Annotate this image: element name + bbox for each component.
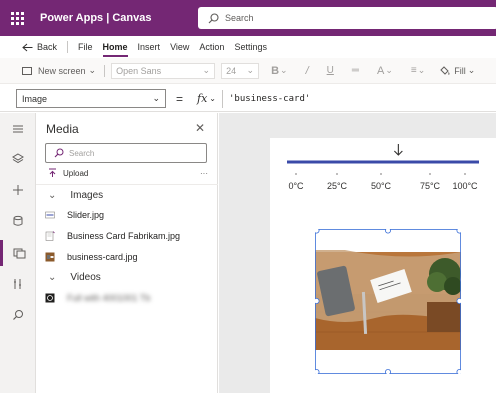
strikethrough-icon[interactable]: ═ — [352, 65, 359, 76]
chevron-down-icon: ⌄ — [280, 65, 288, 75]
slider-tick-label: 25°C — [327, 181, 348, 191]
fill-label: Fill — [454, 65, 466, 76]
upload-label: Upload — [63, 168, 89, 178]
format-toolbar: New screen ⌄ Open Sans ⌄ 24 ⌄ B ⌄ / U ═ … — [0, 58, 496, 84]
document-thumbnail-icon — [45, 231, 55, 241]
toolbar-divider — [104, 64, 106, 77]
new-screen-icon — [22, 66, 32, 75]
paint-bucket-icon — [440, 66, 450, 75]
italic-icon[interactable]: / — [306, 65, 309, 77]
menu-view[interactable]: View — [170, 42, 189, 52]
media-item-label: Business Card Fabrikam.jpg — [67, 231, 181, 241]
menu-settings[interactable]: Settings — [234, 42, 267, 52]
hamburger-icon[interactable] — [0, 116, 36, 142]
chevron-down-icon: ⌄ — [467, 65, 476, 75]
media-item-label: Full with 4001001 Tb — [67, 293, 151, 303]
fill-button[interactable]: Fill ⌄ — [439, 65, 475, 76]
close-icon[interactable]: ✕ — [195, 121, 205, 135]
menu-insert[interactable]: Insert — [138, 42, 161, 52]
app-title: Power Apps | Canvas — [40, 12, 152, 24]
new-screen-label: New screen — [38, 65, 86, 76]
font-value: Open Sans — [116, 65, 162, 76]
left-rail — [0, 113, 36, 393]
menu-file[interactable]: File — [78, 42, 93, 52]
image-thumbnail-icon — [45, 252, 55, 262]
font-dropdown[interactable]: Open Sans ⌄ — [111, 62, 216, 79]
slider-tick-label: 50°C — [371, 181, 392, 191]
fx-icon: fx — [197, 92, 208, 105]
slider-tick-label: 75°C — [420, 181, 441, 191]
media-item-business-card-fabrikam[interactable]: Business Card Fabrikam.jpg — [45, 231, 213, 241]
slider-tick-label: 100°C — [452, 181, 478, 191]
panel-divider — [36, 184, 218, 185]
images-group-header[interactable]: ⌄ Images — [48, 190, 103, 201]
media-item-video[interactable]: Full with 4001001 Tb — [45, 293, 213, 303]
media-item-label: Slider.jpg — [67, 210, 105, 220]
chevron-down-icon: ⌄ — [88, 65, 97, 75]
chevron-down-icon: ⌄ — [48, 190, 57, 201]
videos-group-header[interactable]: ⌄ Videos — [48, 272, 101, 283]
new-screen-button[interactable]: New screen ⌄ — [22, 65, 96, 76]
images-group-label: Images — [70, 190, 104, 201]
align-icon[interactable]: ≡ — [411, 65, 417, 76]
menu-home[interactable]: Home — [102, 42, 128, 57]
global-search-input[interactable]: Search — [198, 7, 496, 29]
menu-divider — [67, 41, 69, 53]
video-thumbnail-icon — [45, 293, 55, 303]
formula-divider — [222, 89, 223, 108]
slider-thumb[interactable] — [393, 144, 403, 156]
layers-icon[interactable] — [0, 146, 36, 172]
top-bar: Power Apps | Canvas Search — [0, 0, 496, 36]
bold-icon[interactable]: B — [271, 65, 279, 77]
media-item-slider[interactable]: Slider.jpg — [45, 210, 213, 220]
underline-icon[interactable]: U — [327, 65, 334, 76]
back-button[interactable]: Back — [22, 42, 57, 52]
font-color-icon[interactable]: A — [377, 65, 384, 77]
media-search-placeholder: Search — [69, 148, 95, 158]
global-search-placeholder: Search — [225, 13, 254, 23]
chevron-down-icon: ⌄ — [246, 65, 255, 75]
chevron-down-icon: ⌄ — [385, 65, 393, 75]
plus-icon[interactable] — [0, 177, 36, 203]
back-arrow-icon — [22, 43, 33, 51]
slider-tick-label: 0°C — [288, 181, 304, 191]
property-value: Image — [22, 93, 48, 104]
app-launcher-icon[interactable] — [4, 0, 30, 36]
image-control[interactable] — [313, 227, 463, 375]
slider-thumbnail-icon — [45, 211, 55, 219]
back-label: Back — [37, 42, 58, 52]
chevron-down-icon: ⌄ — [202, 65, 211, 75]
business-card-image — [313, 227, 463, 375]
chevron-down-icon: ⌄ — [48, 272, 57, 283]
font-size-dropdown[interactable]: 24 ⌄ — [221, 62, 260, 79]
media-panel: Media ✕ Search Upload ··· ⌄ Images Slide… — [36, 113, 218, 393]
formula-bar: Image ⌄ = fx ⌄ 'business-card' — [0, 86, 496, 112]
search-icon[interactable] — [0, 302, 36, 328]
chevron-down-icon: ⌄ — [209, 94, 216, 103]
upload-button[interactable]: Upload ··· — [48, 168, 208, 178]
slider-control[interactable]: 0°C 25°C 50°C 75°C 100°C — [270, 138, 496, 208]
videos-group-label: Videos — [70, 272, 101, 283]
panel-title: Media — [46, 122, 79, 136]
media-icon[interactable] — [0, 240, 36, 266]
search-icon — [208, 12, 219, 23]
fx-button[interactable]: fx ⌄ — [197, 92, 216, 105]
chevron-down-icon: ⌄ — [417, 65, 426, 75]
more-options-icon[interactable]: ··· — [200, 169, 208, 178]
media-item-business-card[interactable]: business-card.jpg — [45, 252, 213, 262]
formula-input[interactable]: 'business-card' — [229, 94, 310, 104]
search-icon — [54, 148, 64, 158]
chevron-down-icon: ⌄ — [152, 93, 160, 103]
command-menu: Back File Home Insert View Action Settin… — [0, 36, 496, 58]
media-search-input[interactable]: Search — [45, 143, 207, 163]
media-item-label: business-card.jpg — [67, 252, 138, 262]
property-dropdown[interactable]: Image ⌄ — [16, 89, 166, 108]
tools-icon[interactable] — [0, 271, 36, 297]
menu-action[interactable]: Action — [199, 42, 224, 52]
upload-icon — [49, 168, 56, 177]
equals-sign: = — [176, 91, 184, 106]
database-icon[interactable] — [0, 208, 36, 234]
font-size-value: 24 — [226, 65, 237, 76]
